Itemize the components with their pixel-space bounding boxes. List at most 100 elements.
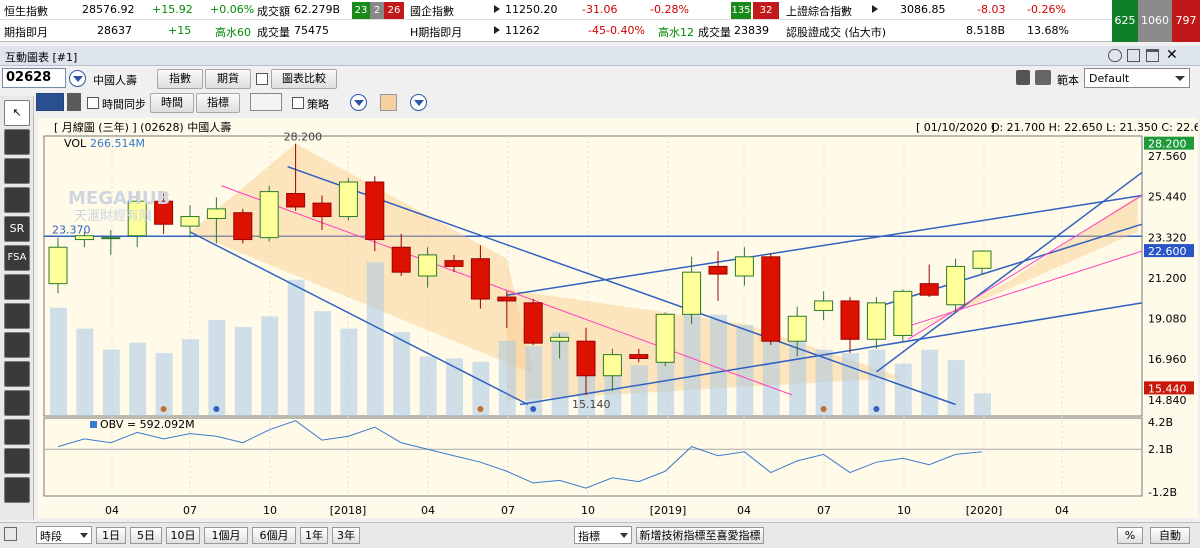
print-icon[interactable] bbox=[1035, 70, 1051, 85]
ticker-name[interactable]: 期指即月 bbox=[4, 24, 48, 40]
fill-color-swatch[interactable] bbox=[380, 94, 397, 111]
y-tick-label: 19.080 bbox=[1148, 313, 1187, 326]
ticker-name[interactable]: 恒生指數 bbox=[4, 3, 48, 19]
y-tick-label: 28.200 bbox=[1148, 138, 1187, 151]
y-tick-label: 16.960 bbox=[1148, 353, 1187, 366]
ticker-name[interactable]: H期指即月 bbox=[410, 24, 462, 40]
ticker-value: 11262 bbox=[505, 24, 540, 37]
eye-icon[interactable] bbox=[4, 419, 30, 445]
time-sync-checkbox[interactable] bbox=[87, 97, 99, 109]
period-button[interactable]: 10日 bbox=[166, 527, 200, 544]
time-button[interactable]: 時間 bbox=[150, 93, 194, 113]
x-tick-label: 10 bbox=[581, 504, 595, 517]
ticker-name[interactable]: 上證綜合指數 bbox=[786, 3, 852, 19]
x-tick-label: 04 bbox=[737, 504, 751, 517]
obv-label: OBV = 592.092M bbox=[100, 418, 195, 431]
auto-button[interactable]: 自動 bbox=[1150, 527, 1190, 544]
candle-body bbox=[655, 313, 675, 363]
sr-tool-icon[interactable]: SR bbox=[4, 216, 30, 242]
volume-bar bbox=[234, 326, 252, 416]
pointer-tool-icon[interactable]: ↖ bbox=[4, 100, 30, 126]
ticker-premium: 高水60 bbox=[215, 26, 251, 39]
fibonacci-retracement-icon[interactable] bbox=[4, 303, 30, 329]
period-select[interactable]: 時段 bbox=[36, 526, 92, 544]
add-favourite-indicator-button[interactable]: 新增技術指標至喜愛指標 bbox=[636, 527, 764, 544]
stock-code-input[interactable]: 02628 bbox=[2, 68, 66, 88]
volume-bar bbox=[630, 365, 648, 416]
percent-button[interactable]: % bbox=[1117, 527, 1143, 544]
link-icon[interactable] bbox=[1108, 49, 1122, 62]
chevron-down-icon[interactable] bbox=[350, 94, 367, 111]
draw-line-icon[interactable] bbox=[250, 93, 282, 111]
candlestick-chart[interactable]: 04 07 10 [2018] 04 07 10 [2019] 04 07 10 [2020] 04 28… bbox=[38, 118, 1200, 518]
candle-body bbox=[708, 265, 728, 275]
chart-compare-button[interactable]: 圖表比較 bbox=[271, 69, 337, 89]
eraser-icon[interactable] bbox=[4, 390, 30, 416]
chart-type-icon[interactable] bbox=[36, 93, 64, 111]
restore-icon[interactable] bbox=[1127, 49, 1140, 62]
period-button[interactable]: 1年 bbox=[300, 527, 328, 544]
x-tick-label: 07 bbox=[183, 504, 197, 517]
window-icon[interactable] bbox=[4, 527, 17, 541]
chevron-down-icon[interactable] bbox=[69, 70, 86, 87]
y-tick-label: 23.320 bbox=[1148, 231, 1187, 244]
line-tool-icon[interactable] bbox=[4, 129, 30, 155]
candle-body bbox=[602, 354, 622, 377]
fsa-tool-icon[interactable]: FSA bbox=[4, 245, 30, 271]
gann-tool-icon[interactable] bbox=[4, 361, 30, 387]
event-marker bbox=[213, 406, 220, 412]
decline-count: 26 bbox=[384, 2, 404, 19]
candle-body bbox=[946, 265, 966, 306]
index-button[interactable]: 指數 bbox=[157, 69, 203, 89]
advance-count: 135 bbox=[731, 2, 751, 19]
chevron-down-icon bbox=[80, 533, 88, 538]
x-tick-label: 04 bbox=[421, 504, 435, 517]
ticker-name[interactable]: 認股證成交 (佔大市) bbox=[786, 24, 886, 40]
volume-bar bbox=[366, 262, 384, 416]
magnet-icon[interactable] bbox=[4, 477, 30, 503]
volume-bar bbox=[921, 349, 939, 416]
period-button[interactable]: 1日 bbox=[96, 527, 126, 544]
volume-bar bbox=[974, 393, 991, 416]
ticker-vol: 75475 bbox=[294, 24, 329, 37]
save-icon[interactable] bbox=[1016, 70, 1030, 85]
ticker-change: -8.03 bbox=[977, 3, 1006, 16]
candle-body bbox=[418, 254, 438, 277]
template-select[interactable]: Default bbox=[1084, 68, 1190, 88]
fibonacci-fan-icon[interactable] bbox=[4, 274, 30, 300]
maximize-icon[interactable] bbox=[1146, 49, 1159, 62]
ticker-pct: +0.06% bbox=[210, 3, 255, 16]
futures-button[interactable]: 期貨 bbox=[205, 69, 251, 89]
x-tick-label: 04 bbox=[1055, 504, 1069, 517]
indicator-button[interactable]: 指標 bbox=[196, 93, 240, 113]
volume-bar bbox=[498, 340, 516, 416]
event-marker bbox=[820, 406, 827, 412]
volume-bar bbox=[208, 319, 226, 416]
watermark: 天滙財經有限 bbox=[74, 209, 152, 224]
y-tick-label: 21.200 bbox=[1148, 272, 1187, 285]
candle-body bbox=[338, 181, 358, 218]
period-button[interactable]: 1個月 bbox=[204, 527, 248, 544]
candle-body bbox=[391, 246, 411, 273]
period-button[interactable]: 6個月 bbox=[252, 527, 296, 544]
compare-checkbox[interactable] bbox=[256, 73, 268, 85]
chart-area[interactable]: 04 07 10 [2018] 04 07 10 [2019] 04 07 10 [2020] 04 28… bbox=[38, 118, 1200, 518]
text-tool-icon[interactable] bbox=[4, 332, 30, 358]
candle-body bbox=[180, 216, 200, 227]
close-icon[interactable]: ✕ bbox=[1166, 47, 1178, 63]
period-button[interactable]: 3年 bbox=[332, 527, 360, 544]
control-row-1: 02628 中國人壽 指數 期貨 圖表比較 範本 Default bbox=[0, 67, 1200, 91]
volume-bar bbox=[102, 349, 120, 416]
chevron-down-icon[interactable] bbox=[410, 94, 427, 111]
lock-icon[interactable] bbox=[4, 448, 30, 474]
volume-bar bbox=[736, 325, 754, 416]
ticker-name[interactable]: 國企指數 bbox=[410, 3, 454, 19]
ellipse-tool-icon[interactable] bbox=[4, 187, 30, 213]
obv-tick-label: 2.1B bbox=[1148, 443, 1173, 456]
period-button[interactable]: 5日 bbox=[130, 527, 162, 544]
indicator-select[interactable]: 指標 bbox=[574, 526, 632, 544]
ray-tool-icon[interactable] bbox=[4, 158, 30, 184]
ticker-vol-label: 成交量 bbox=[698, 26, 731, 39]
chevron-down-icon[interactable] bbox=[67, 93, 81, 111]
strategy-checkbox[interactable] bbox=[292, 97, 304, 109]
